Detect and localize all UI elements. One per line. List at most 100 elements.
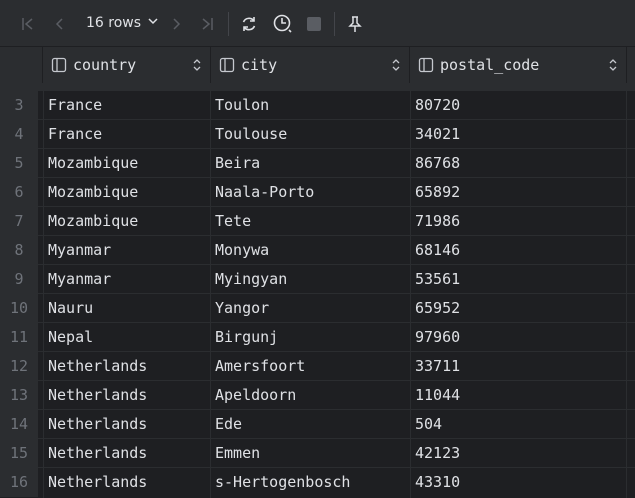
row-number: 12	[0, 352, 38, 381]
cell-country[interactable]: Mozambique	[48, 149, 138, 177]
cell-postal-code[interactable]: 68146	[415, 236, 460, 264]
cell-postal-code[interactable]: 504	[415, 410, 442, 438]
table-row[interactable]: 10 Nauru Yangor 65952	[0, 294, 635, 323]
toolbar-divider	[228, 12, 229, 36]
cell-city[interactable]: Yangor	[215, 294, 269, 322]
stop-icon[interactable]	[305, 14, 323, 34]
row-number: 9	[0, 265, 38, 294]
cell-country[interactable]: Mozambique	[48, 207, 138, 235]
cell-city[interactable]: Beira	[215, 149, 260, 177]
refresh-icon[interactable]	[238, 14, 260, 34]
last-page-icon[interactable]	[197, 14, 217, 34]
cell-postal-code[interactable]: 86768	[415, 149, 460, 177]
table-row[interactable]: 9 Myanmar Myingyan 53561	[0, 265, 635, 294]
row-number: 7	[0, 207, 38, 236]
table-row[interactable]: 14 Netherlands Ede 504	[0, 410, 635, 439]
cell-country[interactable]: Myanmar	[48, 265, 111, 293]
toolbar-divider	[334, 12, 335, 36]
cell-postal-code[interactable]: 34021	[415, 120, 460, 148]
column-label: country	[73, 56, 137, 74]
column-header-row: country city postal_code	[0, 47, 635, 83]
column-label: postal_code	[440, 56, 540, 74]
row-number: 8	[0, 236, 38, 265]
cell-postal-code[interactable]: 65952	[415, 294, 460, 322]
cell-postal-code[interactable]: 53561	[415, 265, 460, 293]
column-icon	[418, 57, 434, 73]
cell-city[interactable]: Ede	[215, 410, 242, 438]
sort-icon[interactable]	[192, 58, 202, 76]
table-row[interactable]: 16 Netherlands s-Hertogenbosch 43310	[0, 468, 635, 497]
cell-city[interactable]: Tete	[215, 207, 251, 235]
column-label: city	[241, 56, 278, 74]
row-number: 16	[0, 468, 38, 497]
table-row[interactable]: 15 Netherlands Emmen 42123	[0, 439, 635, 468]
cell-postal-code[interactable]: 71986	[415, 207, 460, 235]
table-row[interactable]: 13 Netherlands Apeldoorn 11044	[0, 381, 635, 410]
row-number: 10	[0, 294, 38, 323]
column-header-city[interactable]: city	[211, 47, 410, 83]
table-row[interactable]: 12 Netherlands Amersfoort 33711	[0, 352, 635, 381]
cell-country[interactable]: Nepal	[48, 323, 93, 351]
previous-page-icon[interactable]	[50, 14, 70, 34]
table-row[interactable]: 3 France Toulon 80720	[0, 91, 635, 120]
cell-country[interactable]: France	[48, 120, 102, 148]
cell-city[interactable]: Toulouse	[215, 120, 287, 148]
column-icon	[51, 57, 67, 73]
cell-city[interactable]: Monywa	[215, 236, 269, 264]
cell-country[interactable]: Nauru	[48, 294, 93, 322]
row-number: 3	[0, 91, 38, 120]
cell-country[interactable]: Myanmar	[48, 236, 111, 264]
row-number: 14	[0, 410, 38, 439]
cell-country[interactable]: Netherlands	[48, 468, 147, 496]
table-row[interactable]: 11 Nepal Birgunj 97960	[0, 323, 635, 352]
rows-count-label: 16 rows	[86, 15, 142, 31]
row-number: 5	[0, 149, 38, 178]
cell-city[interactable]: Myingyan	[215, 265, 287, 293]
rows-count-dropdown[interactable]: 16 rows	[86, 15, 159, 31]
first-page-icon[interactable]	[18, 14, 38, 34]
column-header-country[interactable]: country	[43, 47, 211, 83]
table-row[interactable]: 4 France Toulouse 34021	[0, 120, 635, 149]
cell-city[interactable]: Birgunj	[215, 323, 278, 351]
cell-city[interactable]: Naala-Porto	[215, 178, 314, 206]
column-icon	[219, 57, 235, 73]
row-number: 13	[0, 381, 38, 410]
cell-postal-code[interactable]: 11044	[415, 381, 460, 409]
cell-city[interactable]: Apeldoorn	[215, 381, 296, 409]
cell-postal-code[interactable]: 42123	[415, 439, 460, 467]
column-divider	[410, 91, 411, 498]
cell-city[interactable]: Toulon	[215, 91, 269, 119]
chevron-down-icon	[147, 15, 159, 31]
cell-city[interactable]: s-Hertogenbosch	[215, 468, 350, 496]
column-divider	[210, 91, 211, 498]
next-page-icon[interactable]	[166, 14, 186, 34]
cell-postal-code[interactable]: 97960	[415, 323, 460, 351]
cell-postal-code[interactable]: 33711	[415, 352, 460, 380]
cell-postal-code[interactable]: 65892	[415, 178, 460, 206]
sort-icon[interactable]	[391, 58, 401, 76]
cell-country[interactable]: France	[48, 91, 102, 119]
sort-icon[interactable]	[608, 58, 618, 76]
cell-city[interactable]: Emmen	[215, 439, 260, 467]
cell-country[interactable]: Netherlands	[48, 352, 147, 380]
pin-icon[interactable]	[345, 14, 365, 34]
cell-country[interactable]: Netherlands	[48, 410, 147, 438]
row-number: 15	[0, 439, 38, 468]
cell-country[interactable]: Mozambique	[48, 178, 138, 206]
table-row[interactable]: 8 Myanmar Monywa 68146	[0, 236, 635, 265]
cell-postal-code[interactable]: 80720	[415, 91, 460, 119]
row-number-header	[0, 47, 43, 83]
table-row[interactable]: 5 Mozambique Beira 86768	[0, 149, 635, 178]
table-row[interactable]: 6 Mozambique Naala-Porto 65892	[0, 178, 635, 207]
cell-country[interactable]: Netherlands	[48, 439, 147, 467]
cell-country[interactable]: Netherlands	[48, 381, 147, 409]
cell-city[interactable]: Amersfoort	[215, 352, 305, 380]
column-divider	[626, 91, 627, 498]
row-number: 6	[0, 178, 38, 207]
history-icon[interactable]	[271, 14, 295, 34]
header-spacer	[0, 83, 635, 91]
table-row[interactable]: 7 Mozambique Tete 71986	[0, 207, 635, 236]
column-header-postal-code[interactable]: postal_code	[410, 47, 627, 83]
cell-postal-code[interactable]: 43310	[415, 468, 460, 496]
row-number: 11	[0, 323, 38, 352]
